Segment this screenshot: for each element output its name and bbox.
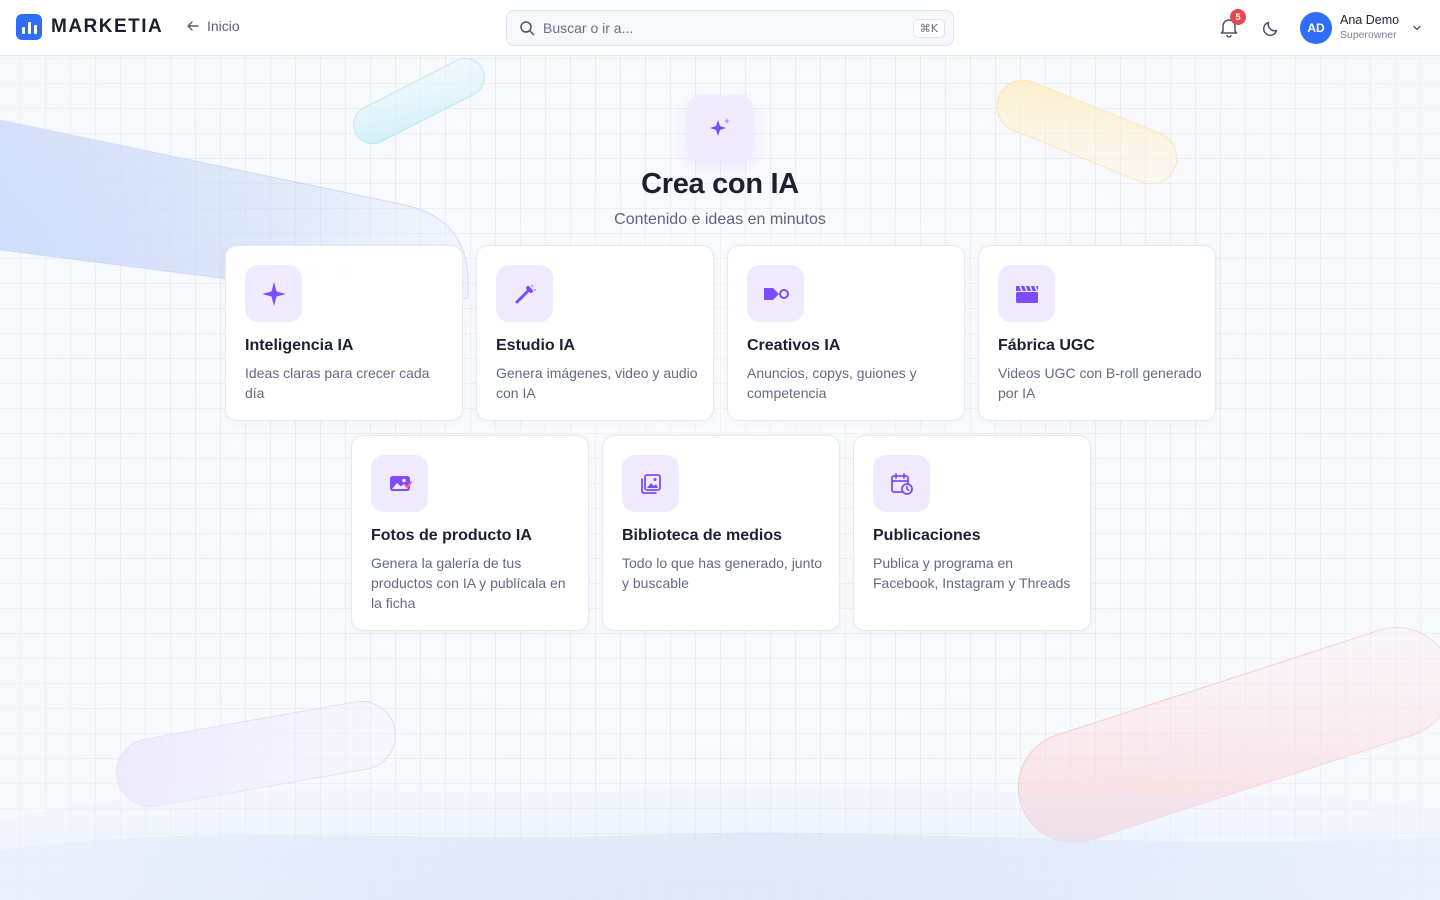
card-fabrica-ugc[interactable]: Fábrica UGC Videos UGC con B-roll genera…: [978, 245, 1216, 421]
search-bar[interactable]: ⌘K: [506, 10, 954, 46]
brand-name: MARKETIA: [51, 16, 164, 37]
card-inteligencia-ia[interactable]: Inteligencia IA Ideas claras para crecer…: [225, 245, 463, 421]
bar-chart-icon: [16, 14, 42, 40]
card-description: Publica y programa en Facebook, Instagra…: [873, 555, 1071, 591]
theme-toggle-button[interactable]: [1261, 18, 1281, 38]
back-to-home-link[interactable]: Inicio: [186, 18, 240, 34]
card-description: Ideas claras para crecer cada día: [245, 365, 430, 401]
arrow-left-icon: [187, 21, 199, 31]
product-photo-icon: [371, 455, 428, 512]
card-publicaciones[interactable]: Publicaciones Publica y programa en Face…: [853, 435, 1091, 631]
card-title: Publicaciones: [873, 527, 981, 544]
hero-sparkle-icon: [687, 95, 753, 161]
calendar-clock-icon: [873, 455, 930, 512]
video-camera-icon: [747, 265, 804, 322]
card-title: Fotos de producto IA: [371, 527, 532, 544]
card-creativos-ia[interactable]: Creativos IA Anuncios, copys, guiones y …: [727, 245, 965, 421]
top-bar: MARKETIA Inicio ⌘K 5 AD Ana Demo Superow…: [0, 0, 1440, 56]
card-description: Todo lo que has generado, junto y buscab…: [622, 555, 823, 591]
card-title: Fábrica UGC: [998, 337, 1095, 354]
clapperboard-icon: [998, 265, 1055, 322]
page-subtitle: Contenido e ideas en minutos: [614, 211, 826, 228]
sparkle-icon: [245, 265, 302, 322]
chevron-down-icon[interactable]: [1411, 22, 1423, 34]
card-estudio-ia[interactable]: Estudio IA Genera imágenes, video y audi…: [476, 245, 714, 421]
card-description: Anuncios, copys, guiones y competencia: [747, 365, 917, 401]
brand-logo[interactable]: MARKETIA: [16, 14, 163, 40]
search-input[interactable]: [543, 20, 913, 36]
card-title: Estudio IA: [496, 337, 576, 354]
user-name[interactable]: Ana Demo: [1340, 13, 1399, 27]
card-description: Genera la galería de tus productos con I…: [371, 555, 566, 611]
card-title: Inteligencia IA: [245, 337, 354, 354]
back-link-label: Inicio: [207, 18, 240, 34]
card-biblioteca-de-medios[interactable]: Biblioteca de medios Todo lo que has gen…: [602, 435, 840, 631]
user-avatar[interactable]: AD: [1300, 12, 1332, 44]
card-fotos-de-producto-ia[interactable]: Fotos de producto IA Genera la galería d…: [351, 435, 589, 631]
magic-wand-icon: [496, 265, 553, 322]
search-icon: [520, 21, 535, 36]
user-role: Superowner: [1340, 29, 1397, 41]
page-title: Crea con IA: [641, 168, 799, 200]
card-description: Genera imágenes, video y audio con IA: [496, 365, 698, 401]
card-description: Videos UGC con B-roll generado por IA: [998, 365, 1202, 401]
card-title: Biblioteca de medios: [622, 527, 783, 544]
moon-icon: [1262, 21, 1278, 37]
media-library-icon: [622, 455, 679, 512]
notification-count-badge: 5: [1230, 9, 1246, 25]
search-shortcut-hint: ⌘K: [912, 18, 945, 38]
notifications-button[interactable]: 5: [1218, 9, 1246, 40]
card-title: Creativos IA: [747, 337, 841, 354]
